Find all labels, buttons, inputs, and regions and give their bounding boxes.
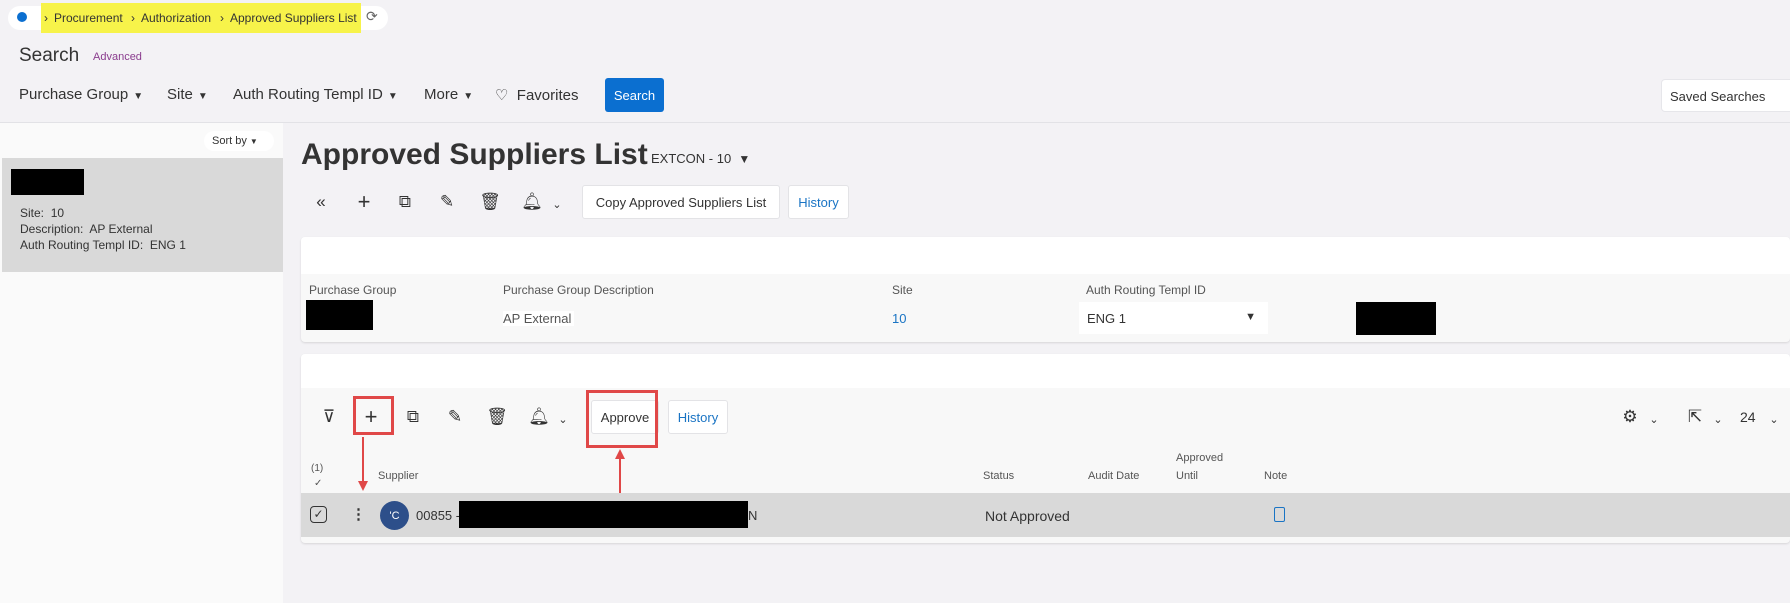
avatar: 'C xyxy=(380,501,409,530)
sort-by-button[interactable]: Sort by ▼ xyxy=(204,131,274,151)
note-icon[interactable] xyxy=(1274,507,1285,522)
auth-routing-templ-id-select[interactable]: ENG 1 ▼ xyxy=(1079,302,1268,334)
record-summary: Site: 10 Description: AP External Auth R… xyxy=(20,205,186,253)
home-icon[interactable] xyxy=(17,12,27,22)
select-value: ENG 1 xyxy=(1087,311,1127,326)
site-label: Site: xyxy=(20,206,45,220)
auth-value: ENG 1 xyxy=(149,238,186,252)
filter-label: Auth Routing Templ ID xyxy=(233,86,383,103)
filter-label: Site xyxy=(167,86,193,103)
row-menu-icon[interactable]: ⋮ xyxy=(351,505,366,523)
site-value: 10 xyxy=(50,206,65,220)
chevron-right-icon: › xyxy=(220,11,224,25)
field-label: Purchase Group xyxy=(309,283,397,297)
annotation-arrow xyxy=(362,437,364,483)
annotation-box xyxy=(353,396,394,435)
supplier-id[interactable]: 00855 - xyxy=(416,508,460,523)
field-label: Site xyxy=(892,283,913,297)
caret-down-icon: ▼ xyxy=(463,91,474,102)
page-title: Approved Suppliers List xyxy=(301,138,648,171)
duplicate-icon[interactable]: ⧉ xyxy=(401,405,425,429)
caret-down-icon: ▼ xyxy=(197,91,208,102)
status-value: Not Approved xyxy=(985,508,1070,524)
column-supplier[interactable]: Supplier xyxy=(378,470,418,482)
redacted-block xyxy=(11,169,84,195)
edit-icon[interactable]: ✎ xyxy=(435,190,459,214)
column-note[interactable]: Note xyxy=(1264,470,1287,482)
edit-icon[interactable]: ✎ xyxy=(443,405,467,429)
filter-purchase-group[interactable]: Purchase Group ▼ xyxy=(19,86,143,103)
bell-icon[interactable]: 🔔︎ xyxy=(527,405,551,429)
filter-more[interactable]: More ▼ xyxy=(424,86,473,103)
filter-label: Purchase Group xyxy=(19,86,129,103)
redacted-block xyxy=(306,300,373,330)
description-label: Description: xyxy=(20,222,84,236)
search-title: Search xyxy=(19,45,80,66)
add-icon[interactable]: + xyxy=(352,189,376,214)
delete-icon[interactable]: 🗑 xyxy=(478,190,502,214)
bell-icon[interactable]: 🔔︎ xyxy=(520,190,544,214)
annotation-box xyxy=(586,390,658,448)
caret-down-icon: ▼ xyxy=(249,137,258,146)
search-button[interactable]: Search xyxy=(605,78,664,112)
supplier-name-tail: N xyxy=(748,508,758,523)
column-approved-until[interactable]: Approved xyxy=(1176,452,1223,464)
site-link[interactable]: 10 xyxy=(892,311,906,326)
page-size[interactable]: 24 xyxy=(1740,409,1756,425)
favorites-button[interactable]: ♡ Favorites xyxy=(495,86,578,104)
chevron-down-icon[interactable]: ⌄ xyxy=(551,407,575,431)
heart-icon: ♡ xyxy=(495,87,509,104)
chevron-down-icon[interactable]: ⌄ xyxy=(545,192,569,216)
filter-site[interactable]: Site ▼ xyxy=(167,86,208,103)
caret-down-icon: ▼ xyxy=(133,91,144,102)
description-value: AP External xyxy=(89,222,153,236)
advanced-search-link[interactable]: Advanced xyxy=(93,51,142,63)
breadcrumb-procurement[interactable]: Procurement xyxy=(54,11,123,25)
saved-searches-dropdown[interactable]: Saved Searches xyxy=(1661,79,1790,112)
column-approved-until-line2: Until xyxy=(1176,470,1199,482)
filter-icon[interactable]: ⊽ xyxy=(317,405,341,429)
delete-icon[interactable]: 🗑 xyxy=(485,405,509,429)
select-all-icon[interactable]: ✓ xyxy=(314,478,322,489)
record-selector[interactable]: EXTCON - 10 ▼ xyxy=(651,151,750,166)
column-audit-date[interactable]: Audit Date xyxy=(1088,470,1139,482)
collapse-icon[interactable]: « xyxy=(309,190,333,214)
chevron-down-icon[interactable]: ⌄ xyxy=(1706,407,1730,431)
duplicate-icon[interactable]: ⧉ xyxy=(393,190,417,214)
chevron-down-icon[interactable]: ⌄ xyxy=(1642,407,1666,431)
chevron-right-icon: › xyxy=(44,11,48,25)
history-button[interactable]: History xyxy=(668,400,728,434)
caret-down-icon: ▼ xyxy=(387,91,398,102)
filter-auth-routing-templ-id[interactable]: Auth Routing Templ ID ▼ xyxy=(233,86,398,103)
filter-label: More xyxy=(424,86,459,103)
auth-label: Auth Routing Templ ID: xyxy=(20,238,144,252)
redacted-block xyxy=(459,501,748,528)
breadcrumb-authorization[interactable]: Authorization xyxy=(141,11,211,25)
field-label: Auth Routing Templ ID xyxy=(1086,283,1206,297)
card-header xyxy=(301,237,1790,274)
chevron-down-icon[interactable]: ⌄ xyxy=(1762,407,1786,431)
caret-down-icon: ▼ xyxy=(738,152,751,166)
caret-down-icon: ▼ xyxy=(1245,311,1256,323)
row-checkbox[interactable]: ✓ xyxy=(310,506,327,523)
arrow-head-down-icon xyxy=(358,481,368,491)
export-icon[interactable]: ⇱ xyxy=(1683,405,1707,429)
sort-by-label: Sort by xyxy=(212,135,247,147)
field-label: Purchase Group Description xyxy=(503,283,654,297)
copy-approved-suppliers-list-button[interactable]: Copy Approved Suppliers List xyxy=(582,185,780,219)
gear-icon[interactable]: ⚙ xyxy=(1618,405,1642,429)
breadcrumb-approved-suppliers-list[interactable]: Approved Suppliers List xyxy=(230,11,357,25)
redacted-block xyxy=(1356,302,1436,335)
card-header xyxy=(301,354,1790,388)
chevron-right-icon: › xyxy=(131,11,135,25)
refresh-icon[interactable]: ⟳ xyxy=(366,8,378,25)
history-button[interactable]: History xyxy=(788,185,849,219)
annotation-arrow xyxy=(619,458,621,493)
purchase-group-description-value: AP External xyxy=(503,311,575,326)
record-id: EXTCON - 10 xyxy=(651,151,732,166)
selected-count: (1) xyxy=(311,463,324,474)
column-status[interactable]: Status xyxy=(983,470,1014,482)
favorites-label: Favorites xyxy=(516,87,579,104)
arrow-head-up-icon xyxy=(615,449,625,459)
